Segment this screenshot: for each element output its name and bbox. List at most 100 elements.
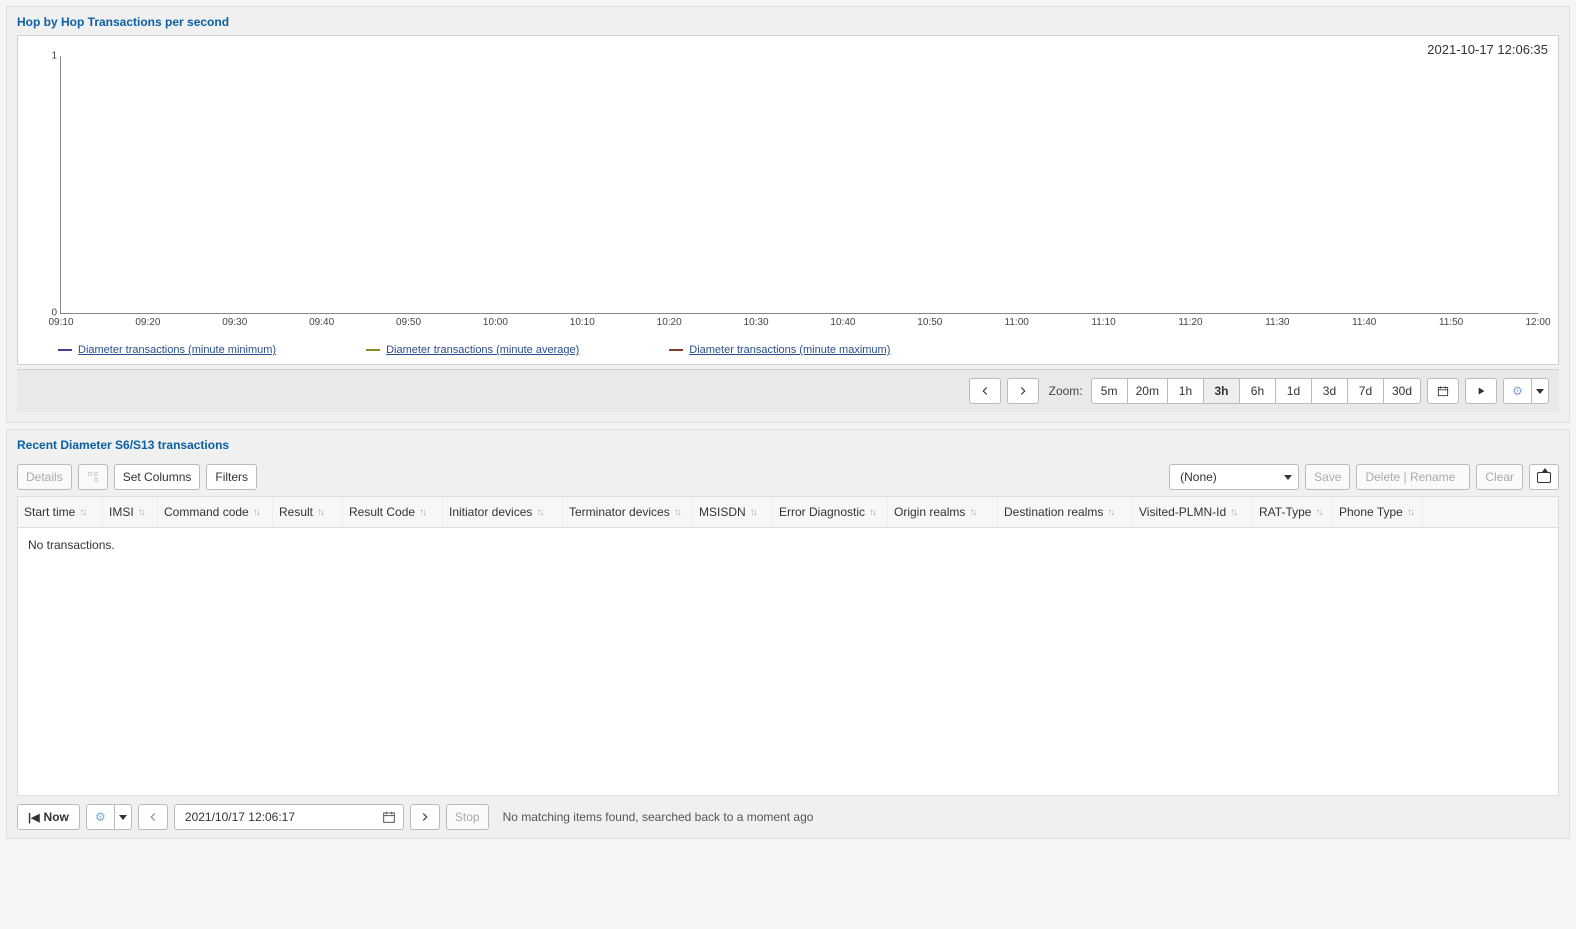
sort-icon: ↑↓: [138, 507, 144, 518]
zoom-30d-button[interactable]: 30d: [1383, 378, 1421, 404]
column-header[interactable]: Result↑↓: [273, 497, 343, 527]
legend-item[interactable]: Diameter transactions (minute average): [366, 344, 579, 356]
x-tick-label: 09:30: [222, 317, 247, 328]
legend-item[interactable]: Diameter transactions (minute maximum): [669, 344, 890, 356]
x-tick-label: 11:10: [1091, 317, 1115, 328]
column-label: Initiator devices: [449, 505, 532, 519]
sort-icon: ↑↓: [750, 507, 756, 518]
chart-panel: Hop by Hop Transactions per second 2021-…: [6, 6, 1570, 423]
export-button[interactable]: [1529, 464, 1559, 490]
chart-legend: Diameter transactions (minute minimum) Di…: [58, 344, 1538, 356]
sort-icon: ↑↓: [1230, 507, 1236, 518]
sort-icon: ↑↓: [79, 507, 85, 518]
chart-settings-button[interactable]: ⚙: [1503, 378, 1531, 404]
footer-settings-button[interactable]: ⚙: [86, 804, 114, 830]
column-header[interactable]: Visited-PLMN-Id↑↓: [1133, 497, 1253, 527]
chevron-down-icon: [119, 815, 127, 820]
zoom-button-group: 5m20m1h3h6h1d3d7d30d: [1091, 378, 1421, 404]
column-header[interactable]: Command code↑↓: [158, 497, 273, 527]
chevron-down-icon: [1536, 389, 1544, 394]
column-header[interactable]: Destination realms↑↓: [998, 497, 1133, 527]
column-header[interactable]: Initiator devices↑↓: [443, 497, 563, 527]
chart-calendar-button[interactable]: [1427, 378, 1459, 404]
column-header[interactable]: Start time↑↓: [18, 497, 103, 527]
sort-icon: ↑↓: [1107, 507, 1113, 518]
table-empty-message: No transactions.: [28, 538, 115, 552]
table-panel-title: Recent Diameter S6/S13 transactions: [7, 430, 1569, 458]
legend-label: Diameter transactions (minute maximum): [689, 344, 890, 356]
chevron-down-icon: [1284, 475, 1292, 480]
x-tick-label: 10:20: [657, 317, 682, 328]
stop-button[interactable]: Stop: [446, 804, 489, 830]
zoom-1d-button[interactable]: 1d: [1275, 378, 1311, 404]
chart-plot[interactable]: 0109:1009:2009:3009:4009:5010:0010:1010:…: [60, 56, 1538, 314]
column-label: MSISDN: [699, 505, 746, 519]
x-tick-label: 12:00: [1525, 317, 1550, 328]
set-columns-button[interactable]: Set Columns: [114, 464, 201, 490]
gear-icon: ⚙: [95, 810, 106, 824]
sort-icon: ↑↓: [674, 507, 680, 518]
column-label: Phone Type: [1339, 505, 1403, 519]
column-header[interactable]: Phone Type↑↓: [1333, 497, 1423, 527]
footer-prev-button[interactable]: [138, 804, 168, 830]
footer-status-text: No matching items found, searched back t…: [503, 810, 814, 824]
column-header[interactable]: Terminator devices ↑↓: [563, 497, 693, 527]
x-tick-label: 09:20: [135, 317, 160, 328]
column-header[interactable]: MSISDN ↑↓: [693, 497, 773, 527]
x-tick-label: 11:00: [1005, 317, 1029, 328]
chart-nav-back-button[interactable]: [969, 378, 1001, 404]
x-tick-label: 10:10: [570, 317, 595, 328]
chart-nav-forward-button[interactable]: [1007, 378, 1039, 404]
x-tick-label: 10:00: [483, 317, 508, 328]
chevron-left-icon: [146, 810, 160, 824]
footer-settings-dropdown-button[interactable]: [114, 804, 132, 830]
filter-select[interactable]: (None): [1169, 464, 1299, 490]
x-tick-label: 11:30: [1265, 317, 1289, 328]
column-header[interactable]: Result Code↑↓: [343, 497, 443, 527]
arrow-right-icon: [1016, 384, 1030, 398]
chart-frame: 2021-10-17 12:06:35 0109:1009:2009:3009:…: [17, 35, 1559, 365]
column-header[interactable]: Error Diagnostic↑↓: [773, 497, 888, 527]
footer-time-input[interactable]: 2021/10/17 12:06:17: [174, 804, 404, 830]
column-header[interactable]: RAT-Type ↑↓: [1253, 497, 1333, 527]
zoom-6h-button[interactable]: 6h: [1239, 378, 1275, 404]
delete-rename-button[interactable]: Delete | Rename: [1356, 464, 1470, 490]
sort-icon: ↑↓: [253, 507, 259, 518]
legend-item[interactable]: Diameter transactions (minute minimum): [58, 344, 276, 356]
details-button[interactable]: Details: [17, 464, 72, 490]
sort-icon: ↑↓: [317, 507, 323, 518]
column-label: RAT-Type: [1259, 505, 1311, 519]
zoom-1h-button[interactable]: 1h: [1167, 378, 1203, 404]
zoom-3d-button[interactable]: 3d: [1311, 378, 1347, 404]
column-header[interactable]: Origin realms↑↓: [888, 497, 998, 527]
zoom-20m-button[interactable]: 20m: [1127, 378, 1167, 404]
chart-play-button[interactable]: [1465, 378, 1497, 404]
chart-settings-dropdown-button[interactable]: [1531, 378, 1549, 404]
footer-next-button[interactable]: [410, 804, 440, 830]
zoom-3h-button[interactable]: 3h: [1203, 378, 1239, 404]
sort-icon: ↑↓: [419, 507, 425, 518]
column-label: Terminator devices: [569, 505, 670, 519]
column-label: Error Diagnostic: [779, 505, 865, 519]
legend-swatch: [58, 349, 72, 351]
arrow-left-icon: [978, 384, 992, 398]
now-button[interactable]: |◀ Now: [17, 804, 80, 830]
legend-label: Diameter transactions (minute average): [386, 344, 579, 356]
zoom-7d-button[interactable]: 7d: [1347, 378, 1383, 404]
save-button[interactable]: Save: [1305, 464, 1350, 490]
x-tick-label: 11:50: [1439, 317, 1463, 328]
filters-button[interactable]: Filters: [206, 464, 257, 490]
zoom-5m-button[interactable]: 5m: [1091, 378, 1127, 404]
column-label: IMSI: [109, 505, 134, 519]
export-icon: [1537, 472, 1551, 483]
tree-button[interactable]: [78, 464, 108, 490]
column-header[interactable]: IMSI ↑↓: [103, 497, 158, 527]
x-tick-label: 11:40: [1352, 317, 1376, 328]
chart-controls-bar: Zoom: 5m20m1h3h6h1d3d7d30d ⚙: [17, 369, 1559, 412]
sort-icon: ↑↓: [1315, 507, 1321, 518]
footer-time-value: 2021/10/17 12:06:17: [185, 810, 295, 824]
sort-icon: ↑↓: [969, 507, 975, 518]
clear-button[interactable]: Clear: [1476, 464, 1523, 490]
legend-swatch: [669, 349, 683, 351]
filter-select-value: (None): [1180, 470, 1217, 484]
